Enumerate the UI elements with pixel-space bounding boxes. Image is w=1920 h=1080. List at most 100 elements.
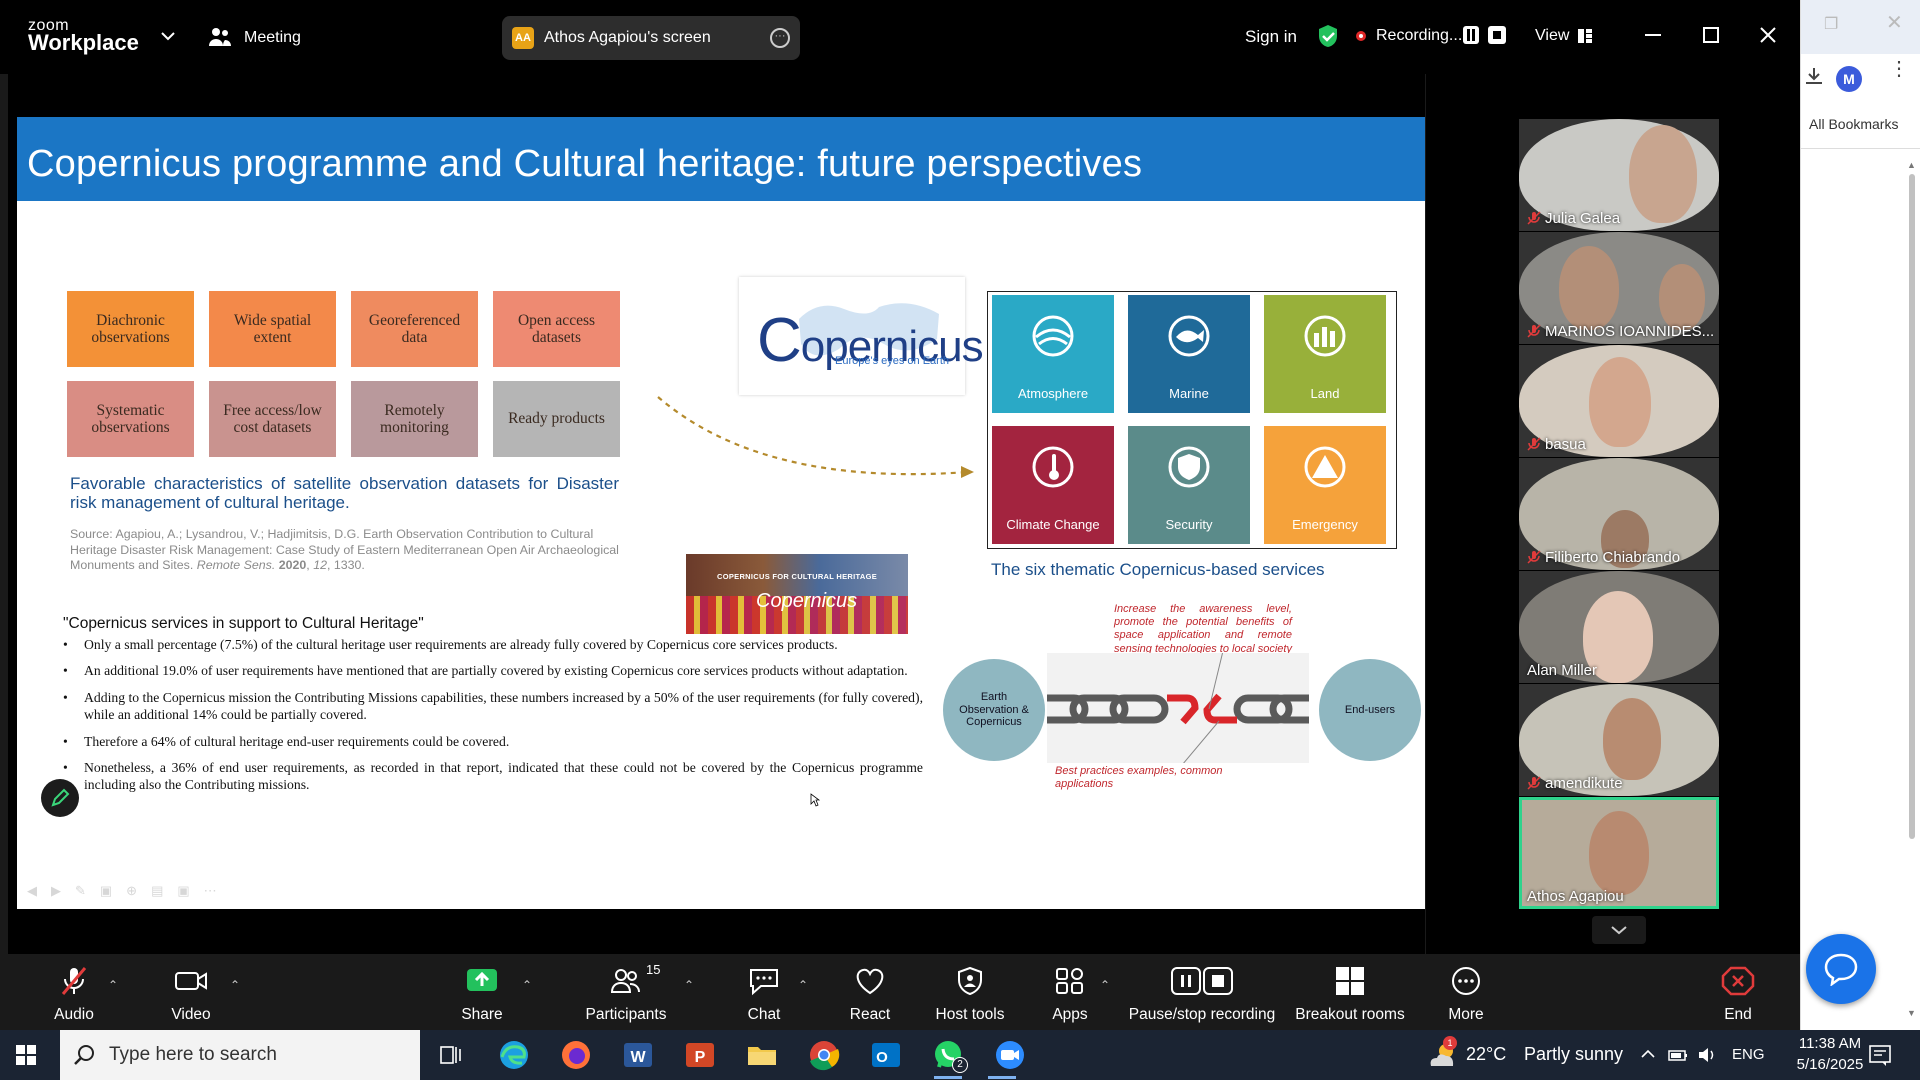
mic-muted-icon xyxy=(61,967,87,995)
awareness-note: Increase the awareness level, promote th… xyxy=(1114,603,1292,655)
language-indicator[interactable]: ENG xyxy=(1732,1046,1765,1063)
pause-stop-recording-button[interactable]: Pause/stop recording xyxy=(1126,954,1278,1030)
video-tile[interactable]: basua xyxy=(1519,345,1719,457)
mic-muted-icon xyxy=(1527,550,1541,564)
gallery-scroll-down[interactable] xyxy=(1592,916,1646,944)
all-bookmarks-link[interactable]: All Bookmarks xyxy=(1809,116,1898,132)
battery-icon[interactable] xyxy=(1668,1046,1688,1064)
svg-text:W: W xyxy=(630,1049,646,1066)
more-options-icon[interactable]: ··· xyxy=(770,28,790,48)
clock-time[interactable]: 11:38 AM xyxy=(1790,1035,1870,1052)
scroll-down-icon[interactable]: ▼ xyxy=(1907,1008,1916,1018)
scroll-up-icon[interactable]: ▲ xyxy=(1907,160,1916,170)
participant-name: MARINOS IOANNIDES... xyxy=(1545,323,1715,340)
view-grid-icon[interactable] xyxy=(1578,29,1592,43)
more-button[interactable]: More xyxy=(1440,954,1492,1030)
slideshow-controls[interactable]: ◀▶✎▣⊕▤▣⋯ xyxy=(27,883,231,899)
chrome-icon[interactable] xyxy=(806,1037,842,1073)
share-options-caret[interactable]: ⌃ xyxy=(522,978,534,992)
close-icon[interactable] xyxy=(1760,27,1776,43)
firefox-icon[interactable] xyxy=(558,1037,594,1073)
restore-icon[interactable]: ❐ xyxy=(1824,14,1838,34)
broken-chain-icon xyxy=(1029,650,1329,772)
chat-label: Chat xyxy=(747,1006,781,1023)
download-icon[interactable] xyxy=(1802,64,1826,88)
video-tile[interactable]: MARINOS IOANNIDES... xyxy=(1519,232,1719,344)
notifications-icon[interactable] xyxy=(1868,1043,1892,1067)
participants-icon xyxy=(610,969,640,993)
zoom-taskbar-button[interactable] xyxy=(984,1037,1036,1079)
annotate-button[interactable] xyxy=(41,779,79,817)
chat-options-caret[interactable]: ⌃ xyxy=(798,978,810,992)
whatsapp-button[interactable]: 2 xyxy=(930,1037,968,1079)
windows-taskbar: Type here to search W P O 2 1 22°C Partl… xyxy=(0,1030,1920,1080)
participants-options-caret[interactable]: ⌃ xyxy=(684,978,696,992)
marine-icon xyxy=(1168,315,1210,357)
floating-chat-button[interactable] xyxy=(1806,934,1876,1004)
screen-share-pill[interactable]: AA Athos Agapiou's screen ··· xyxy=(502,16,800,60)
temperature-text[interactable]: 22°C xyxy=(1466,1044,1506,1065)
taskbar-search-box[interactable]: Type here to search xyxy=(60,1030,420,1080)
video-tile-active-speaker[interactable]: Athos Agapiou xyxy=(1519,797,1719,909)
services-grid: Atmosphere Marine Land Climate Change Se… xyxy=(987,291,1397,549)
chat-bubble-icon xyxy=(750,969,778,996)
participant-name: Julia Galea xyxy=(1545,210,1621,227)
circle-label: End-users xyxy=(1344,703,1396,716)
task-view-icon[interactable] xyxy=(432,1037,468,1073)
copernicus-tagline: Europe's eyes on Earth xyxy=(835,355,950,367)
chevron-down-icon[interactable] xyxy=(160,30,176,42)
apps-options-caret[interactable]: ⌃ xyxy=(1100,978,1112,992)
video-tile[interactable]: Alan Miller xyxy=(1519,571,1719,683)
file-explorer-icon[interactable] xyxy=(744,1037,780,1073)
view-button[interactable]: View xyxy=(1535,27,1569,45)
circle-label: Earth Observation & Copernicus xyxy=(959,691,1029,729)
chat-bubble-icon xyxy=(1824,953,1858,986)
weather-text[interactable]: Partly sunny xyxy=(1524,1044,1623,1065)
video-tile[interactable]: amendikute xyxy=(1519,684,1719,796)
browser-menu-icon[interactable]: ⋮ xyxy=(1889,59,1909,79)
browser-scrollbar[interactable]: ▲ ▼ xyxy=(1907,160,1917,1020)
tray-expand-icon[interactable] xyxy=(1640,1048,1656,1060)
powerpoint-icon[interactable]: P xyxy=(682,1037,718,1073)
video-tile[interactable]: Julia Galea xyxy=(1519,119,1719,231)
participant-face-2 xyxy=(1659,264,1705,330)
audio-options-caret[interactable]: ⌃ xyxy=(108,978,120,992)
participant-face xyxy=(1589,357,1651,447)
audio-button[interactable]: Audio xyxy=(44,954,104,1030)
share-button[interactable]: Share xyxy=(446,954,518,1030)
chat-button[interactable]: Chat xyxy=(738,954,790,1030)
participant-face xyxy=(1589,811,1649,895)
service-climate-change: Climate Change xyxy=(992,426,1114,544)
participants-button[interactable]: 15 Participants xyxy=(580,954,672,1030)
maximize-icon[interactable] xyxy=(1703,27,1719,43)
video-tile[interactable]: Filiberto Chiabrando xyxy=(1519,458,1719,570)
host-tools-button[interactable]: Host tools xyxy=(928,954,1012,1030)
end-call-icon xyxy=(1721,966,1755,996)
mic-muted-icon xyxy=(1527,776,1541,790)
weather-widget[interactable]: 1 xyxy=(1426,1036,1460,1070)
minimize-icon[interactable] xyxy=(1645,34,1661,36)
video-options-caret[interactable]: ⌃ xyxy=(230,978,242,992)
stop-recording-icon[interactable] xyxy=(1488,26,1506,44)
tile-label: Wide spatial extent xyxy=(233,311,312,346)
outlook-icon[interactable]: O xyxy=(868,1037,904,1073)
browser-close-icon[interactable]: ✕ xyxy=(1886,10,1903,35)
word-icon[interactable]: W xyxy=(620,1037,656,1073)
apps-button[interactable]: Apps xyxy=(1048,954,1092,1030)
edge-browser-icon[interactable] xyxy=(496,1037,532,1073)
shield-icon xyxy=(958,966,982,996)
clock-date[interactable]: 5/16/2025 xyxy=(1790,1056,1870,1073)
profile-avatar[interactable]: M xyxy=(1836,66,1862,92)
speaker-icon[interactable] xyxy=(1697,1045,1717,1065)
video-button[interactable]: Video xyxy=(160,954,222,1030)
end-users-circle: End-users xyxy=(1319,659,1421,761)
meeting-label[interactable]: Meeting xyxy=(244,29,301,47)
breakout-rooms-button[interactable]: Breakout rooms xyxy=(1292,954,1408,1030)
scrollbar-thumb[interactable] xyxy=(1909,174,1915,839)
windows-start-icon[interactable] xyxy=(16,1045,36,1065)
react-button[interactable]: React xyxy=(842,954,898,1030)
security-shield-icon[interactable] xyxy=(1317,24,1339,48)
pause-recording-icon[interactable] xyxy=(1463,26,1479,44)
end-meeting-button[interactable]: End xyxy=(1718,954,1758,1030)
sign-in-link[interactable]: Sign in xyxy=(1245,27,1297,47)
